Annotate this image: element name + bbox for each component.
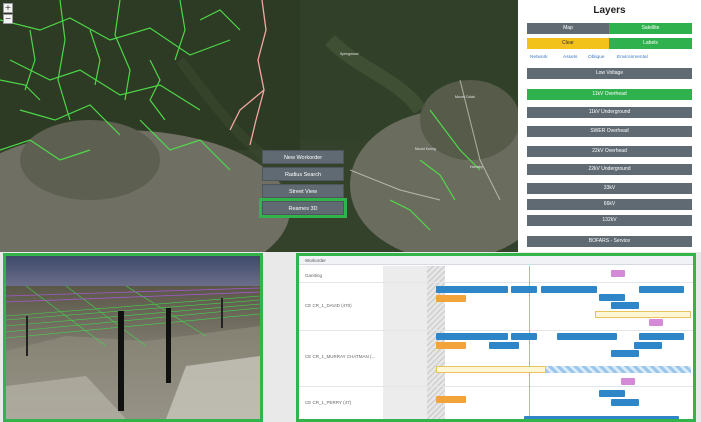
task-chip[interactable]	[524, 416, 679, 419]
layers-panel: Layers Map Satellite Clear Labels Networ…	[518, 0, 701, 252]
tab-network[interactable]: Network	[530, 55, 548, 60]
task-chip[interactable]	[436, 333, 508, 340]
row-label: CE CR_1_PERRY (47)	[305, 400, 352, 405]
layer-swer-overhead[interactable]: SWER Overhead	[527, 126, 692, 137]
reames-3d-view[interactable]	[3, 253, 263, 422]
tab-environmental[interactable]: Environmental	[617, 55, 648, 60]
layer-33kv[interactable]: 33kV	[527, 183, 692, 194]
layer-22kv-overhead[interactable]: 22kV Overhead	[527, 146, 692, 157]
task-chip[interactable]	[436, 295, 466, 302]
basemap-satellite-button[interactable]: Satellite	[609, 23, 692, 34]
past-time-column	[383, 266, 427, 419]
zoom-out-button[interactable]: −	[3, 14, 13, 24]
workorder-scheduler[interactable]: Workorder Gantting CE CR_1_DAVID (470) C…	[296, 253, 696, 422]
task-chip[interactable]	[599, 294, 625, 301]
zoom-in-button[interactable]: +	[3, 3, 13, 13]
row-label: CE CR_1_MURRAY CHATMAN (...	[305, 354, 376, 359]
app-root: Springwood Mount Colah Mount Kuring Horn…	[0, 0, 701, 422]
layers-title: Layers	[593, 5, 626, 16]
row-divider	[299, 386, 693, 387]
task-bar[interactable]	[546, 366, 691, 373]
task-chip[interactable]	[639, 286, 684, 293]
row-label: Gantting	[305, 273, 323, 278]
tab-oblique[interactable]: Oblique	[588, 55, 605, 60]
street-view-item[interactable]: Street View	[262, 184, 344, 198]
radius-search-item[interactable]: Radius Search	[262, 167, 344, 181]
task-chip[interactable]	[436, 342, 466, 349]
task-chip[interactable]	[611, 270, 625, 277]
task-chip[interactable]	[511, 286, 537, 293]
task-chip[interactable]	[611, 302, 639, 309]
task-note[interactable]	[595, 311, 691, 318]
task-chip[interactable]	[436, 396, 466, 403]
task-note[interactable]	[436, 366, 546, 373]
task-chip[interactable]	[541, 286, 597, 293]
row-label: CE CR_1_DAVID (470)	[305, 303, 352, 308]
task-chip[interactable]	[649, 319, 663, 326]
layer-bofars-service[interactable]: BOFARS - Service	[527, 236, 692, 247]
task-chip[interactable]	[639, 333, 684, 340]
new-workorder-item[interactable]: New Workorder	[262, 150, 344, 164]
overlay-clear-button[interactable]: Clear	[527, 38, 609, 49]
svg-text:Hornsby: Hornsby	[470, 165, 483, 169]
map-context-menu: New Workorder Radius Search Street View …	[259, 150, 347, 218]
task-chip[interactable]	[611, 399, 639, 406]
reames-3d-item[interactable]: Reames 3D	[259, 198, 347, 218]
satellite-map[interactable]: Springwood Mount Colah Mount Kuring Horn…	[0, 0, 518, 252]
task-chip[interactable]	[489, 342, 519, 349]
layer-low-voltage[interactable]: Low Voltage	[527, 68, 692, 79]
map-imagery: Springwood Mount Colah Mount Kuring Horn…	[0, 0, 518, 252]
task-chip[interactable]	[621, 378, 635, 385]
layer-11kv-overhead[interactable]: 11kV Overhead	[527, 89, 692, 100]
layer-22kv-underground[interactable]: 22kV Underground	[527, 164, 692, 175]
layer-66kv[interactable]: 66kV	[527, 199, 692, 210]
svg-text:Mount Colah: Mount Colah	[455, 95, 475, 99]
overlay-labels-button[interactable]: Labels	[609, 38, 692, 49]
svg-text:Mount Kuring: Mount Kuring	[415, 147, 436, 151]
task-chip[interactable]	[599, 390, 625, 397]
row-divider	[299, 282, 693, 283]
basemap-map-button[interactable]: Map	[527, 23, 609, 34]
task-chip[interactable]	[634, 342, 662, 349]
svg-text:Springwood: Springwood	[340, 52, 359, 56]
task-chip[interactable]	[436, 286, 508, 293]
3d-scene	[6, 256, 260, 419]
task-chip[interactable]	[557, 333, 617, 340]
row-divider	[299, 330, 693, 331]
layer-11kv-underground[interactable]: 11kV Underground	[527, 107, 692, 118]
scheduler-header: Workorder	[299, 256, 693, 265]
task-chip[interactable]	[611, 350, 639, 357]
task-chip[interactable]	[511, 333, 537, 340]
layer-132kv[interactable]: 132kV	[527, 215, 692, 226]
tab-assets[interactable]: Assets	[563, 55, 577, 60]
